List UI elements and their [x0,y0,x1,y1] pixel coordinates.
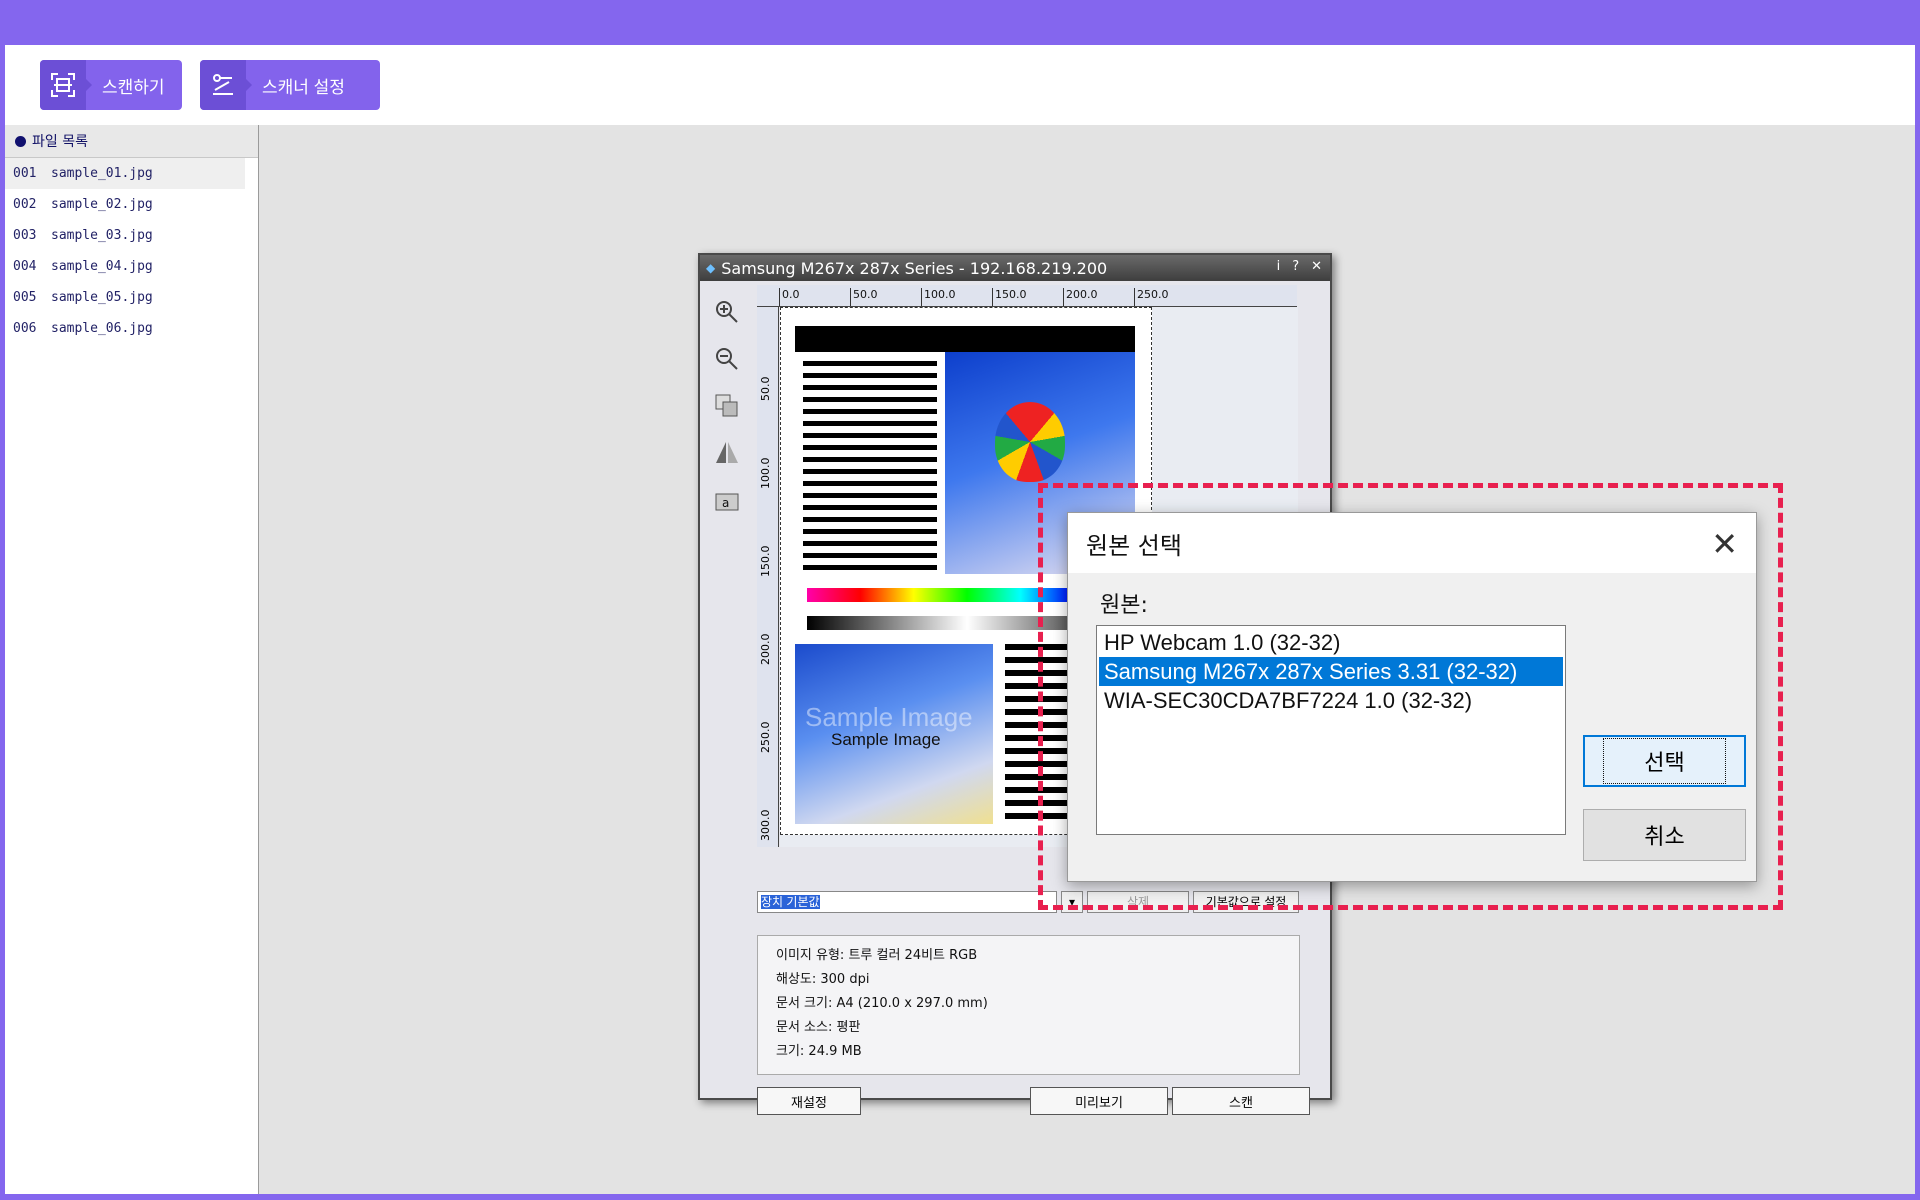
file-list-item[interactable]: 001 sample_01.jpg [5,158,245,189]
ruler-tick: 250.0 [759,721,772,754]
file-name: sample_06.jpg [51,321,153,336]
file-list-item[interactable]: 006 sample_06.jpg [5,313,245,344]
preview-watermark: Sample Image [805,702,973,732]
scanner-close-button[interactable]: ✕ [1311,259,1322,274]
zoom-in-icon[interactable] [710,295,744,329]
source-listbox[interactable]: HP Webcam 1.0 (32-32) Samsung M267x 287x … [1096,625,1566,835]
source-list-item[interactable]: WIA-SEC30CDA7BF7224 1.0 (32-32) [1099,686,1563,715]
ruler-tick: 200.0 [1063,288,1098,306]
dialog-title-bar: 원본 선택 ✕ [1068,513,1756,573]
settings-icon [200,60,246,110]
bullet-icon [15,135,26,147]
horizontal-ruler: 0.0 50.0 100.0 150.0 200.0 250.0 [757,285,1297,307]
preset-dropdown-icon[interactable]: ▾ [1061,891,1083,913]
info-image-type: 이미지 유형: 트루 컬러 24비트 RGB [776,948,978,963]
file-name: sample_02.jpg [51,197,153,212]
preset-value: 장치 기본값 [761,895,820,909]
vertical-ruler: 50.0 100.0 150.0 200.0 250.0 300.0 [757,307,779,847]
file-name: sample_03.jpg [51,228,153,243]
file-list-item[interactable]: 005 sample_05.jpg [5,282,245,313]
info-document-size: 문서 크기: A4 (210.0 x 297.0 mm) [776,996,988,1011]
ruler-tick: 100.0 [921,288,956,306]
info-file-size: 크기: 24.9 MB [776,1044,862,1059]
file-name: sample_01.jpg [51,166,153,181]
zoom-out-icon[interactable] [710,342,744,376]
file-list-item[interactable]: 003 sample_03.jpg [5,220,245,251]
scanner-settings-button[interactable]: 스캐너 설정 [200,60,380,110]
file-name: sample_05.jpg [51,290,153,305]
reset-button[interactable]: 재설정 [757,1087,861,1115]
file-number: 002 [13,197,37,212]
source-list-item[interactable]: Samsung M267x 287x Series 3.31 (32-32) [1099,657,1563,686]
dialog-title: 원본 선택 [1086,531,1182,560]
help-button[interactable]: ? [1292,259,1299,274]
file-list-title: 파일 목록 [32,134,88,150]
preview-button[interactable]: 미리보기 [1030,1087,1168,1115]
info-button[interactable]: i [1277,259,1281,274]
ruler-tick: 0.0 [779,288,800,306]
scan-button-label: 스캔하기 [102,77,165,97]
scanner-scan-button[interactable]: 스캔 [1172,1087,1310,1115]
image-info-panel: 이미지 유형: 트루 컬러 24비트 RGB 해상도: 300 dpi 문서 크… [757,935,1300,1075]
info-resolution: 해상도: 300 dpi [776,972,870,987]
select-source-dialog: 원본 선택 ✕ 원본: HP Webcam 1.0 (32-32) Samsung… [1067,512,1757,882]
source-list-item[interactable]: HP Webcam 1.0 (32-32) [1099,628,1563,657]
file-list-item[interactable]: 002 sample_02.jpg [5,189,245,220]
settings-button-label: 스캐너 설정 [262,77,345,97]
scanner-title-bar: ◆ Samsung M267x 287x Series - 192.168.21… [700,255,1330,281]
svg-text:a: a [722,496,729,510]
preset-row: 장치 기본값 ▾ 삭제 기본값으로 설정 [757,891,1317,915]
file-number: 001 [13,166,37,181]
select-button[interactable]: 선택 [1583,735,1746,787]
preview-caption: Sample Image [831,730,941,749]
file-number: 006 [13,321,37,336]
ruler-tick: 200.0 [759,633,772,666]
close-icon[interactable]: ✕ [1711,525,1738,563]
ruler-tick: 250.0 [1134,288,1169,306]
file-list-header: 파일 목록 [5,125,258,158]
info-document-source: 문서 소스: 평판 [776,1020,861,1035]
file-number: 003 [13,228,37,243]
tool-strip: a [706,285,746,530]
ruler-tick: 150.0 [759,545,772,578]
delete-preset-button[interactable]: 삭제 [1087,891,1189,913]
rotate-icon[interactable] [710,389,744,423]
file-list-panel: 파일 목록 001 sample_01.jpg 002 sample_02.jpg 00… [5,125,259,1194]
file-list-item[interactable]: 004 sample_04.jpg [5,251,245,282]
file-number: 004 [13,259,37,274]
file-number: 005 [13,290,37,305]
file-name: sample_04.jpg [51,259,153,274]
scan-button[interactable]: 스캔하기 [40,60,182,110]
auto-adjust-icon[interactable]: a [710,483,744,517]
scanner-app-icon: ◆ [706,261,716,275]
source-label: 원본: [1100,593,1148,618]
ruler-tick: 50.0 [850,288,878,306]
toolbar: 스캔하기 스캐너 설정 [5,45,1915,125]
ruler-tick: 50.0 [759,376,772,402]
ruler-tick: 150.0 [992,288,1027,306]
balloon-image [995,402,1065,482]
cancel-button[interactable]: 취소 [1583,809,1746,861]
file-list: 001 sample_01.jpg 002 sample_02.jpg 003 sampl… [5,158,258,344]
scan-icon [40,60,86,110]
ruler-tick: 300.0 [759,809,772,842]
ruler-tick: 100.0 [759,457,772,490]
preset-input[interactable]: 장치 기본값 [757,891,1057,913]
select-button-label: 선택 [1603,738,1726,784]
set-default-button[interactable]: 기본값으로 설정 [1193,891,1299,913]
scanner-title: Samsung M267x 287x Series - 192.168.219.… [721,258,1108,278]
flip-icon[interactable] [710,436,744,470]
